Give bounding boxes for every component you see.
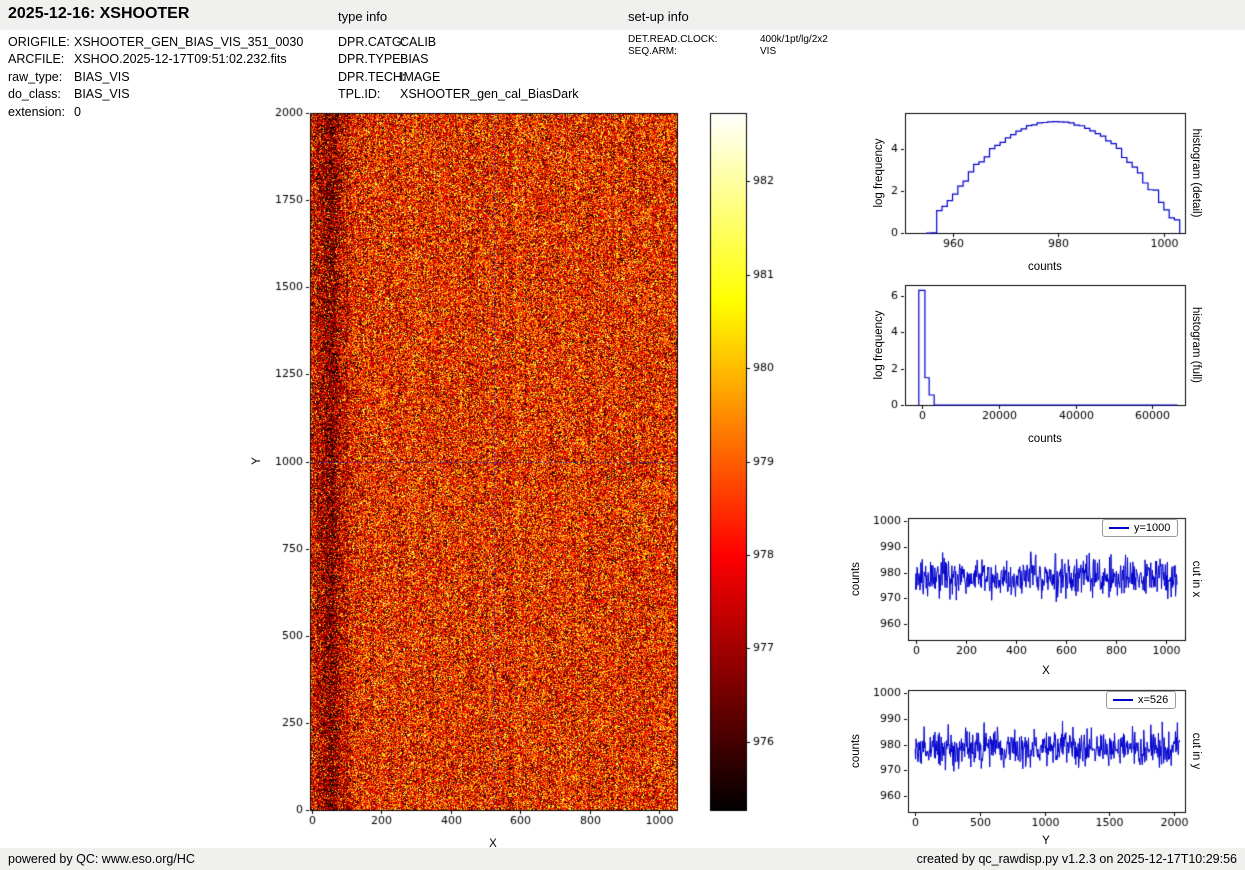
meta-label: ARCFILE: xyxy=(8,52,65,67)
cut-x-right-label: cut in x xyxy=(1190,560,1202,598)
hist-full-xlabel: counts xyxy=(1028,433,1062,445)
footer-created-by: created by qc_rawdisp.py v1.2.3 on 2025-… xyxy=(916,852,1237,866)
footer-powered-by: powered by QC: www.eso.org/HC xyxy=(8,852,195,866)
hist-detail-xlabel: counts xyxy=(1028,261,1062,273)
file-info-block: ORIGFILE: XSHOOTER_GEN_BIAS_VIS_351_0030… xyxy=(8,33,303,121)
meta-row-read-clock: DET.READ.CLOCK: 400k/1pt/lg/2x2 xyxy=(628,33,828,45)
meta-value: XSHOOTER_gen_cal_BiasDark xyxy=(400,87,579,102)
type-info-heading: type info xyxy=(338,9,388,24)
meta-value: CALIB xyxy=(400,34,437,49)
cut-y-right-label: cut in y xyxy=(1190,732,1202,770)
meta-label: ORIGFILE: xyxy=(8,34,70,49)
meta-label: SEQ.ARM: xyxy=(628,45,677,57)
meta-label: TPL.ID: xyxy=(338,87,381,102)
cut-y-ylabel: counts xyxy=(850,734,862,768)
main-plot-ylabel: Y xyxy=(251,457,263,465)
legend-line-icon xyxy=(1109,527,1129,529)
cut-x-ylabel: counts xyxy=(850,562,862,596)
meta-value: BIAS_VIS xyxy=(74,69,130,84)
hist-full-right-label: histogram (full) xyxy=(1190,306,1202,384)
meta-row-do-class: do_class: BIAS_VIS xyxy=(8,86,303,104)
meta-label: DPR.TECH: xyxy=(338,69,406,84)
meta-label: DPR.TYPE: xyxy=(338,52,404,67)
meta-label: extension: xyxy=(8,104,65,119)
setup-info-heading: set-up info xyxy=(628,9,689,24)
type-info-block: DPR.CATG: CALIB DPR.TYPE: BIAS DPR.TECH:… xyxy=(338,33,579,103)
meta-value: XSHOO.2025-12-17T09:51:02.232.fits xyxy=(74,52,287,67)
page-title: 2025-12-16: XSHOOTER xyxy=(8,5,190,22)
legend-cut-y: x=526 xyxy=(1106,691,1177,709)
meta-label: DET.READ.CLOCK: xyxy=(628,33,718,45)
hist-detail-right-label: histogram (detail) xyxy=(1190,128,1202,218)
setup-info-block: DET.READ.CLOCK: 400k/1pt/lg/2x2 SEQ.ARM:… xyxy=(628,33,828,57)
meta-row-raw-type: raw_type: BIAS_VIS xyxy=(8,68,303,86)
legend-line-icon xyxy=(1113,699,1133,701)
legend-label: x=526 xyxy=(1138,694,1169,706)
meta-value: 0 xyxy=(74,104,81,119)
legend-cut-x: y=1000 xyxy=(1102,519,1179,537)
meta-value: VIS xyxy=(760,45,777,57)
meta-row-dpr-catg: DPR.CATG: CALIB xyxy=(338,33,579,51)
legend-label: y=1000 xyxy=(1134,522,1171,534)
meta-label: do_class: xyxy=(8,87,61,102)
meta-row-seq-arm: SEQ.ARM: VIS xyxy=(628,45,828,57)
hist-detail-ylabel: log frequency xyxy=(873,138,885,208)
header-bar: 2025-12-16: XSHOOTER type info set-up in… xyxy=(0,0,1245,30)
meta-row-arcfile: ARCFILE: XSHOO.2025-12-17T09:51:02.232.f… xyxy=(8,51,303,69)
meta-label: DPR.CATG: xyxy=(338,34,406,49)
meta-value: 400k/1pt/lg/2x2 xyxy=(760,33,828,45)
meta-row-dpr-type: DPR.TYPE: BIAS xyxy=(338,51,579,69)
meta-row-tpl-id: TPL.ID: XSHOOTER_gen_cal_BiasDark xyxy=(338,86,579,104)
meta-value: BIAS_VIS xyxy=(74,87,130,102)
cut-y-xlabel: Y xyxy=(1042,835,1050,847)
meta-value: XSHOOTER_GEN_BIAS_VIS_351_0030 xyxy=(74,34,304,49)
meta-row-origfile: ORIGFILE: XSHOOTER_GEN_BIAS_VIS_351_0030 xyxy=(8,33,303,51)
hist-full-ylabel: log frequency xyxy=(873,310,885,380)
meta-value: BIAS xyxy=(400,52,429,67)
cut-x-xlabel: X xyxy=(1042,665,1050,677)
meta-label: raw_type: xyxy=(8,69,63,84)
footer-bar: powered by QC: www.eso.org/HC created by… xyxy=(0,848,1245,870)
meta-row-dpr-tech: DPR.TECH: IMAGE xyxy=(338,68,579,86)
meta-value: IMAGE xyxy=(400,69,441,84)
meta-row-extension: extension: 0 xyxy=(8,103,303,121)
